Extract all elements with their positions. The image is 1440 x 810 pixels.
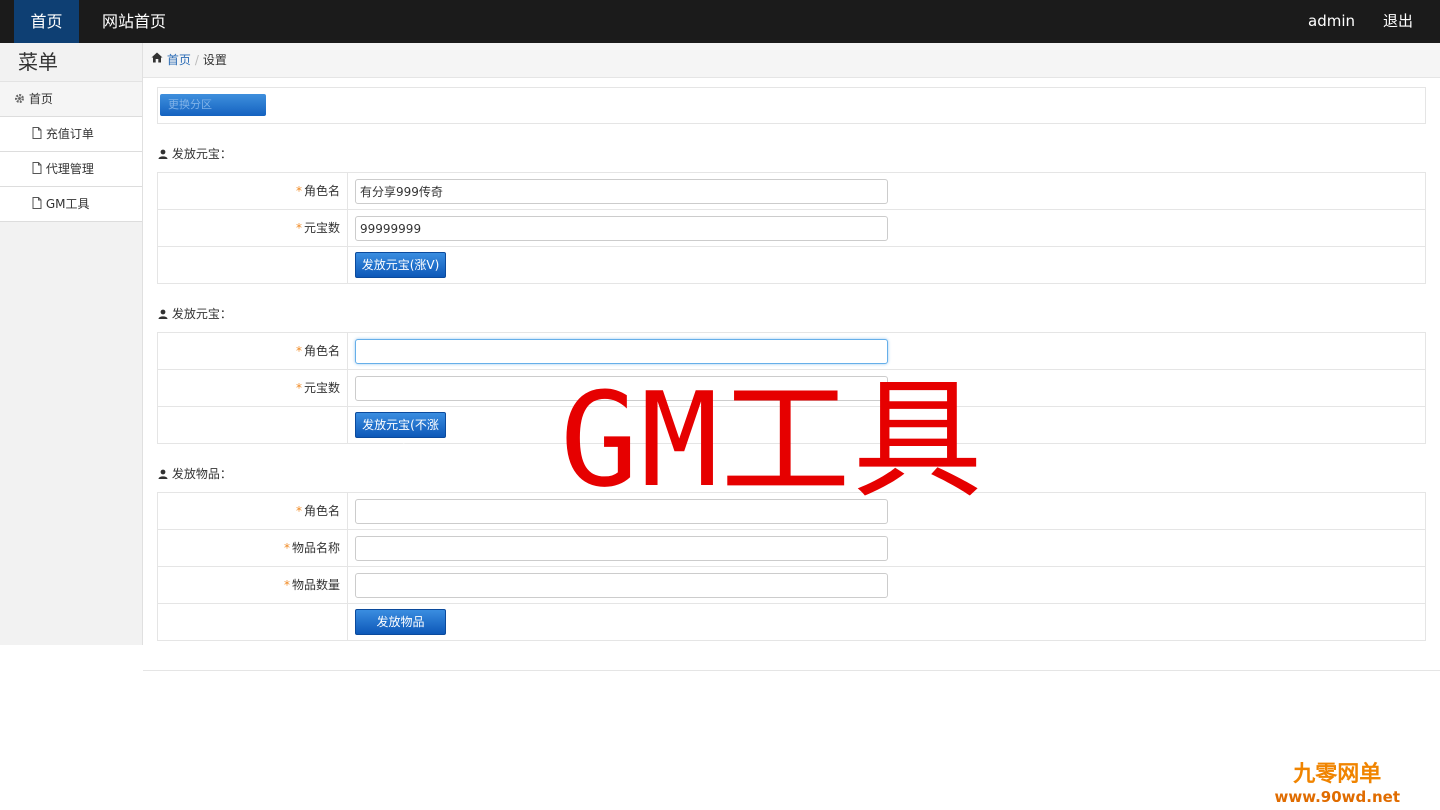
nav-site-home[interactable]: 网站首页	[102, 0, 166, 43]
section-title-give-ingot-no-vip: 发放元宝：	[158, 306, 232, 322]
field-label-text: 物品名称	[291, 541, 340, 555]
file-icon	[32, 153, 42, 187]
required-mark: *	[295, 381, 302, 395]
breadcrumb-current: 设置	[202, 53, 227, 67]
sidebar-item-label: 首页	[28, 92, 53, 106]
form-row: * 物品名称	[158, 530, 1425, 567]
give-item-button[interactable]: 发放物品	[355, 609, 446, 635]
give-ingot-vip-button[interactable]: 发放元宝(涨V)	[355, 252, 446, 278]
field-label-text: 元宝数	[303, 381, 340, 395]
sidebar-title: 菜单	[0, 43, 142, 82]
watermark-logo: 九零网单 www.90wd.net	[1274, 762, 1400, 806]
user-icon	[158, 467, 168, 483]
overlay-title: GM工具	[560, 364, 985, 516]
form-row: * 元宝数	[158, 210, 1425, 247]
required-mark: *	[295, 221, 302, 235]
watermark-line2: www.90wd.net	[1274, 788, 1400, 806]
empty-label-cell	[158, 407, 348, 443]
form-row: 发放物品	[158, 604, 1425, 640]
item-name-input[interactable]	[355, 536, 888, 561]
home-icon	[151, 42, 163, 76]
field-label-text: 角色名	[303, 344, 340, 358]
empty-label-cell	[158, 604, 348, 640]
logout-link[interactable]: 退出	[1383, 0, 1413, 43]
watermark-line1: 九零网单	[1293, 762, 1382, 787]
sidebar-item-label: GM工具	[45, 197, 90, 211]
form-row: 发放元宝(涨V)	[158, 247, 1425, 283]
role-name-input[interactable]	[355, 179, 888, 204]
file-icon	[32, 118, 42, 152]
form-give-ingot-vip: *角色名 *元宝数 发放元宝(涨V)	[157, 172, 1426, 284]
ingot-amount-input[interactable]	[355, 216, 888, 241]
gear-icon	[14, 83, 25, 117]
file-icon	[32, 188, 42, 222]
section-title-text: 发放物品：	[171, 467, 232, 481]
section-title-text: 发放元宝：	[171, 147, 232, 161]
user-icon	[158, 307, 168, 323]
field-label-text: 角色名	[303, 504, 340, 518]
sidebar-item-recharge-orders[interactable]: 充值订单	[0, 117, 142, 152]
item-quantity-input[interactable]	[355, 573, 888, 598]
required-mark: *	[295, 504, 302, 518]
nav-home[interactable]: 首页	[14, 0, 79, 43]
breadcrumb-home[interactable]: 首页	[167, 53, 191, 67]
user-name[interactable]: admin	[1308, 0, 1355, 43]
give-ingot-no-vip-button[interactable]: 发放元宝(不涨V)	[355, 412, 446, 456]
required-mark: *	[283, 578, 290, 592]
section-title-give-ingot-vip: 发放元宝：	[158, 146, 232, 162]
breadcrumb-separator: /	[194, 53, 199, 67]
section-title-text: 发放元宝：	[171, 307, 232, 321]
field-label: * 角色名	[158, 173, 348, 209]
sidebar-item-label: 充值订单	[45, 127, 94, 141]
field-label-text: 角色名	[303, 184, 340, 198]
form-row: * 物品数量	[158, 567, 1425, 604]
required-mark: *	[283, 541, 290, 555]
sidebar-item-agent-management[interactable]: 代理管理	[0, 152, 142, 187]
field-label: * 元宝数	[158, 370, 348, 406]
change-zone-button[interactable]: 更换分区	[160, 94, 266, 116]
user-icon	[158, 147, 168, 163]
field-label: * 角色名	[158, 493, 348, 529]
zone-switch-panel: 更换分区	[157, 87, 1426, 124]
sidebar-item-label: 代理管理	[45, 162, 94, 176]
sidebar-item-home[interactable]: 首页	[0, 82, 142, 117]
required-mark: *	[295, 344, 302, 358]
breadcrumb: 首页 / 设置	[143, 43, 1440, 78]
field-label: * 元宝数	[158, 210, 348, 246]
field-label: * 物品名称	[158, 530, 348, 566]
footer-divider	[143, 670, 1440, 671]
empty-label-cell	[158, 247, 348, 283]
section-title-give-item: 发放物品：	[158, 466, 232, 482]
form-row: * 角色名	[158, 173, 1425, 210]
top-navbar: 首页 网站首页 admin 退出	[0, 0, 1440, 43]
field-label: * 角色名	[158, 333, 348, 369]
field-label-text: 元宝数	[303, 221, 340, 235]
field-label-text: 物品数量	[291, 578, 340, 592]
required-mark: *	[295, 184, 302, 198]
sidebar-item-gm-tools[interactable]: GM工具	[0, 187, 142, 222]
field-label: * 物品数量	[158, 567, 348, 603]
sidebar: 菜单 首页 充值订单 代理管理 GM工具	[0, 43, 143, 645]
